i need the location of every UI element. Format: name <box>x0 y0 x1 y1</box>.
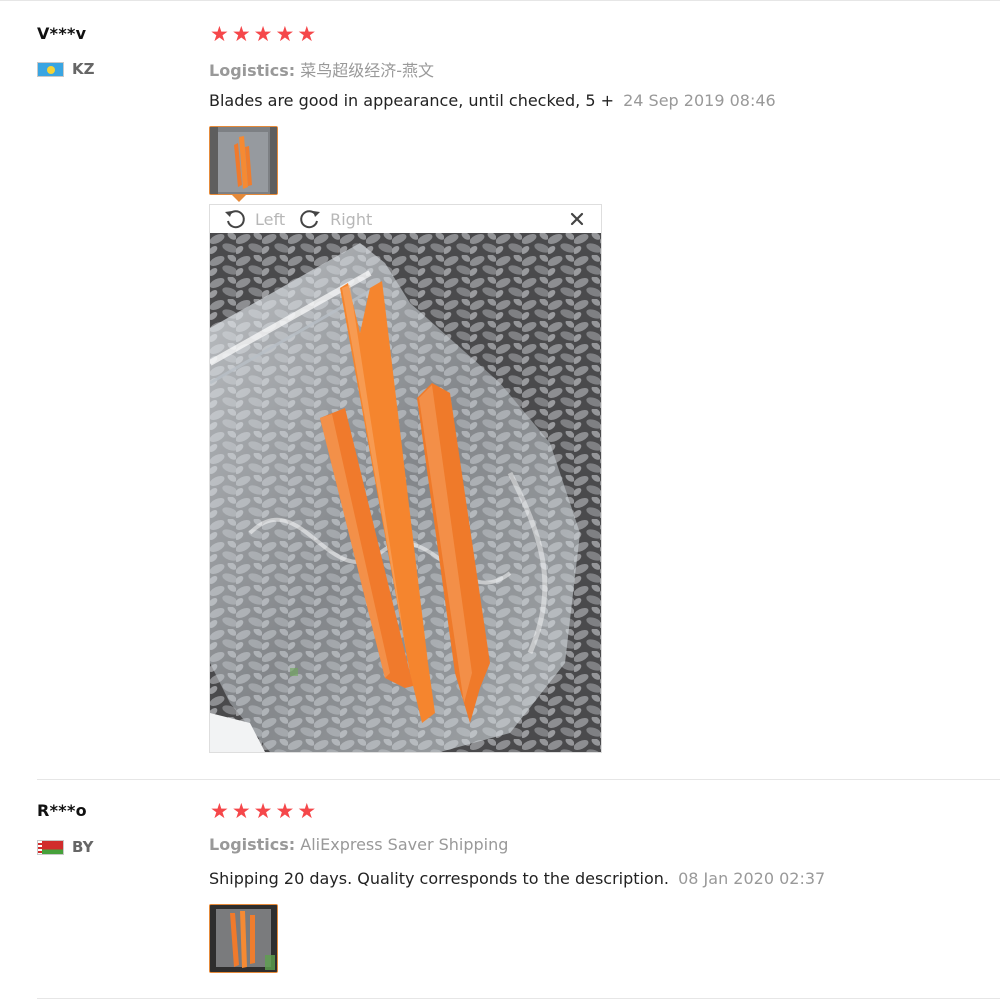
review-photo-thumbnail[interactable] <box>209 904 278 973</box>
star-rating: ★ ★ ★ ★ ★ <box>210 24 316 45</box>
viewer-toolbar: Left Right <box>210 205 601 233</box>
reviewer-country: BY <box>37 838 93 856</box>
logistics-label: Logistics: <box>209 835 296 854</box>
logistics-value: 菜鸟超级经济-燕文 <box>300 61 435 80</box>
review-text-row: Shipping 20 days. Quality corresponds to… <box>209 869 825 888</box>
close-icon[interactable] <box>568 210 586 228</box>
logistics-info: Logistics: 菜鸟超级经济-燕文 <box>209 57 434 81</box>
logistics-label: Logistics: <box>209 61 296 80</box>
star-icon: ★ <box>210 22 229 46</box>
rotate-left-button[interactable]: Left <box>224 208 285 230</box>
thumbnail-pointer <box>232 195 246 202</box>
logistics-value: AliExpress Saver Shipping <box>300 835 509 854</box>
review-divider <box>37 779 1000 780</box>
top-divider <box>0 0 1000 1</box>
review-photo-large <box>210 233 601 752</box>
thumbnail-photo <box>210 127 277 194</box>
star-icon: ★ <box>253 22 273 46</box>
kazakhstan-flag-icon <box>37 61 64 77</box>
star-icon: ★ <box>275 799 295 823</box>
star-icon: ★ <box>297 22 317 46</box>
star-icon: ★ <box>231 799 251 823</box>
rotate-left-label: Left <box>255 209 286 229</box>
belarus-flag-icon <box>37 839 64 855</box>
star-icon: ★ <box>231 22 251 46</box>
logistics-info: Logistics: AliExpress Saver Shipping <box>209 835 508 854</box>
country-code: KZ <box>72 60 95 78</box>
reviewer-name: V***v <box>37 24 87 43</box>
rotate-right-icon <box>300 210 321 229</box>
photo-viewer: Left Right <box>209 204 602 753</box>
thumbnail-photo <box>210 905 277 972</box>
review-text: Shipping 20 days. Quality corresponds to… <box>209 869 670 888</box>
rotate-right-button[interactable]: Right <box>299 208 372 230</box>
star-icon: ★ <box>297 799 317 823</box>
review-date: 08 Jan 2020 02:37 <box>678 869 826 888</box>
product-photo <box>210 233 601 752</box>
review-photo-thumbnail[interactable] <box>209 126 278 195</box>
review-text: Blades are good in appearance, until che… <box>209 91 615 110</box>
star-icon: ★ <box>253 799 273 823</box>
star-icon: ★ <box>210 799 229 823</box>
reviewer-name: R***o <box>37 801 87 820</box>
reviewer-country: KZ <box>37 60 95 78</box>
rotate-left-icon <box>225 210 245 229</box>
review-text-row: Blades are good in appearance, until che… <box>209 91 776 110</box>
rotate-right-label: Right <box>330 209 373 229</box>
country-code: BY <box>72 838 94 856</box>
bottom-divider <box>37 998 1000 999</box>
star-icon: ★ <box>275 22 295 46</box>
star-rating: ★ ★ ★ ★ ★ <box>210 801 316 822</box>
review-date: 24 Sep 2019 08:46 <box>623 91 776 110</box>
